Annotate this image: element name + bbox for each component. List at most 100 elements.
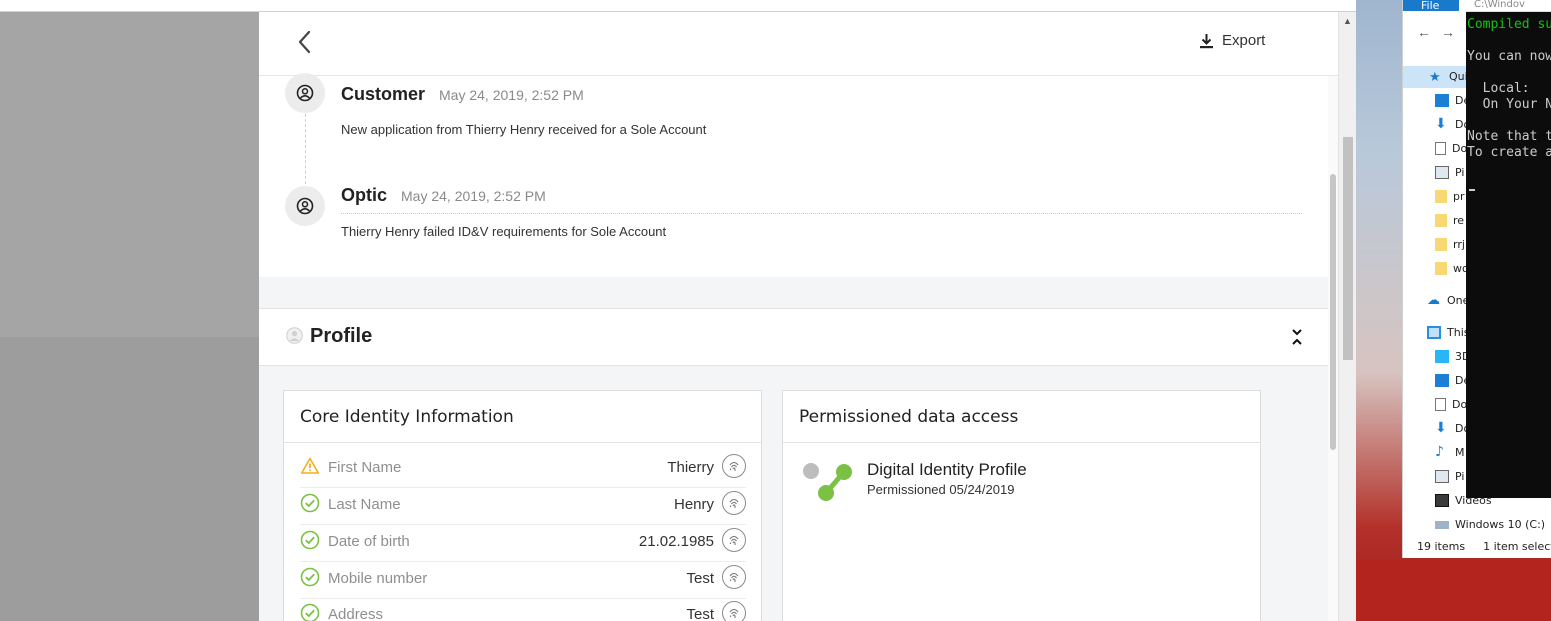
export-label: Export bbox=[1222, 32, 1266, 49]
explorer-status-bar: 19 items1 item selecte bbox=[1417, 540, 1551, 553]
nav-item[interactable]: Do bbox=[1435, 398, 1467, 411]
fingerprint-button[interactable] bbox=[722, 565, 746, 589]
identity-value: Thierry bbox=[667, 459, 714, 476]
star-icon: ★ bbox=[1429, 70, 1441, 85]
nav-item-quick-access[interactable]: ★ Qui bbox=[1429, 70, 1468, 85]
identity-label: Date of birth bbox=[328, 533, 410, 550]
download-icon bbox=[1200, 33, 1213, 48]
identity-label: First Name bbox=[328, 459, 402, 476]
fingerprint-icon bbox=[729, 608, 739, 618]
cloud-icon: ☁ bbox=[1427, 293, 1440, 308]
nav-item[interactable]: ⬇ Do bbox=[1435, 117, 1470, 131]
fingerprint-button[interactable] bbox=[722, 528, 746, 552]
back-button[interactable] bbox=[295, 30, 317, 54]
console-line: Note that t bbox=[1467, 129, 1551, 144]
core-identity-title: Core Identity Information bbox=[300, 407, 514, 427]
timeline-actor: Optic May 24, 2019, 2:52 PM bbox=[341, 185, 546, 205]
identity-value: 21.02.1985 bbox=[638, 533, 714, 550]
identity-label: Mobile number bbox=[328, 570, 428, 587]
drive-icon bbox=[1435, 520, 1449, 529]
permissioned-title: Permissioned data access bbox=[799, 407, 1019, 427]
fingerprint-button[interactable] bbox=[722, 491, 746, 515]
nav-item[interactable]: re bbox=[1435, 214, 1464, 227]
desktop-icon bbox=[1435, 94, 1449, 107]
nav-item-onedrive[interactable]: ☁ One bbox=[1427, 294, 1469, 307]
identity-row: Last Name Henry bbox=[300, 488, 746, 525]
console-line: On Your N bbox=[1467, 97, 1551, 112]
backdrop-band bbox=[0, 12, 259, 337]
console-line: To create a bbox=[1467, 145, 1551, 160]
fingerprint-icon bbox=[729, 535, 739, 545]
permission-item[interactable]: Digital Identity Profile Permissioned 05… bbox=[799, 457, 1027, 508]
nav-item[interactable]: rrj bbox=[1435, 238, 1465, 251]
identity-value: Test bbox=[686, 606, 714, 621]
nav-item[interactable]: ⬇ Do bbox=[1435, 420, 1470, 436]
folder-icon bbox=[1435, 262, 1447, 275]
user-circle-icon bbox=[285, 186, 325, 226]
identity-row: First Name Thierry bbox=[300, 451, 746, 488]
profile-section-header[interactable]: Profile bbox=[259, 308, 1328, 366]
computer-icon bbox=[1427, 326, 1441, 339]
profile-title: Profile bbox=[310, 325, 373, 347]
identity-row: Address Test bbox=[300, 598, 746, 621]
timeline-date: May 24, 2019, 2:52 PM bbox=[439, 87, 584, 103]
warning-icon bbox=[300, 457, 320, 474]
page-scroll-thumb[interactable] bbox=[1343, 137, 1353, 360]
permission-name: Digital Identity Profile bbox=[867, 460, 1027, 479]
file-tab[interactable]: File bbox=[1403, 0, 1459, 11]
timeline-entry: Customer May 24, 2019, 2:52 PM New applic… bbox=[285, 73, 1305, 176]
identity-row: Mobile number Test bbox=[300, 562, 746, 599]
wallpaper-field bbox=[1356, 560, 1551, 621]
permissioned-data-card: Permissioned data access Digital Identit… bbox=[782, 390, 1261, 621]
nav-arrows[interactable]: ←→ bbox=[1417, 24, 1465, 40]
timeline-date: May 24, 2019, 2:52 PM bbox=[401, 188, 546, 204]
download-icon: ⬇ bbox=[1435, 420, 1447, 436]
page-scrollbar[interactable]: ▲ bbox=[1338, 12, 1356, 621]
console-title: C:\Windov bbox=[1466, 0, 1551, 12]
identity-label: Last Name bbox=[328, 496, 401, 513]
forward-arrow-icon[interactable]: → bbox=[1441, 24, 1465, 40]
card-divider bbox=[783, 442, 1260, 443]
folder-icon bbox=[1435, 190, 1447, 203]
user-circle-icon bbox=[285, 73, 325, 113]
fingerprint-icon bbox=[729, 498, 739, 508]
console-line: Compiled su bbox=[1467, 17, 1551, 32]
nav-item-this-pc[interactable]: This bbox=[1427, 326, 1469, 339]
export-button[interactable]: Export bbox=[1199, 32, 1265, 49]
nav-item[interactable]: Windows 10 (C:) bbox=[1435, 518, 1545, 531]
nav-item[interactable]: pr bbox=[1435, 190, 1465, 203]
nav-item[interactable]: Do bbox=[1435, 142, 1467, 155]
nav-item[interactable]: ♪ M bbox=[1435, 444, 1465, 460]
profile-user-icon bbox=[286, 327, 303, 344]
nav-item[interactable]: Pi bbox=[1435, 470, 1464, 483]
activity-timeline: Customer May 24, 2019, 2:52 PM New applic… bbox=[259, 73, 1328, 277]
check-circle-icon bbox=[300, 567, 320, 587]
connection-link-icon bbox=[803, 463, 852, 501]
folder-icon bbox=[1435, 214, 1447, 227]
fingerprint-button[interactable] bbox=[722, 454, 746, 478]
nav-item[interactable]: wo bbox=[1435, 262, 1469, 275]
nav-item[interactable]: De bbox=[1435, 94, 1470, 107]
desktop-icon bbox=[1435, 374, 1449, 387]
collapse-button[interactable] bbox=[1289, 327, 1305, 347]
nav-item[interactable]: Pi bbox=[1435, 166, 1464, 179]
application-detail-modal: Export Customer May 24, 2019, 2:52 PM New… bbox=[259, 12, 1338, 621]
fingerprint-button[interactable] bbox=[722, 601, 746, 621]
console-window[interactable]: C:\Windov Compiled su You can now Local:… bbox=[1466, 0, 1551, 498]
folder-icon bbox=[1435, 238, 1447, 251]
music-icon: ♪ bbox=[1435, 444, 1444, 460]
document-icon bbox=[1435, 142, 1446, 155]
fingerprint-icon bbox=[729, 572, 739, 582]
identity-value: Henry bbox=[673, 496, 714, 513]
nav-item[interactable]: De bbox=[1435, 374, 1470, 387]
modal-scroll-thumb[interactable] bbox=[1330, 174, 1336, 450]
scroll-up-arrow-icon[interactable]: ▲ bbox=[1343, 16, 1352, 26]
console-line: You can now bbox=[1467, 49, 1551, 64]
back-arrow-icon[interactable]: ← bbox=[1417, 24, 1441, 40]
fingerprint-icon bbox=[729, 461, 739, 471]
modal-scrollbar[interactable] bbox=[1328, 76, 1338, 621]
pictures-icon bbox=[1435, 470, 1449, 483]
identity-value: Test bbox=[686, 570, 714, 587]
timeline-entry: Optic May 24, 2019, 2:52 PM Thierry Henry… bbox=[285, 177, 1305, 277]
core-identity-card: Core Identity Information First Name Thi… bbox=[283, 390, 762, 621]
